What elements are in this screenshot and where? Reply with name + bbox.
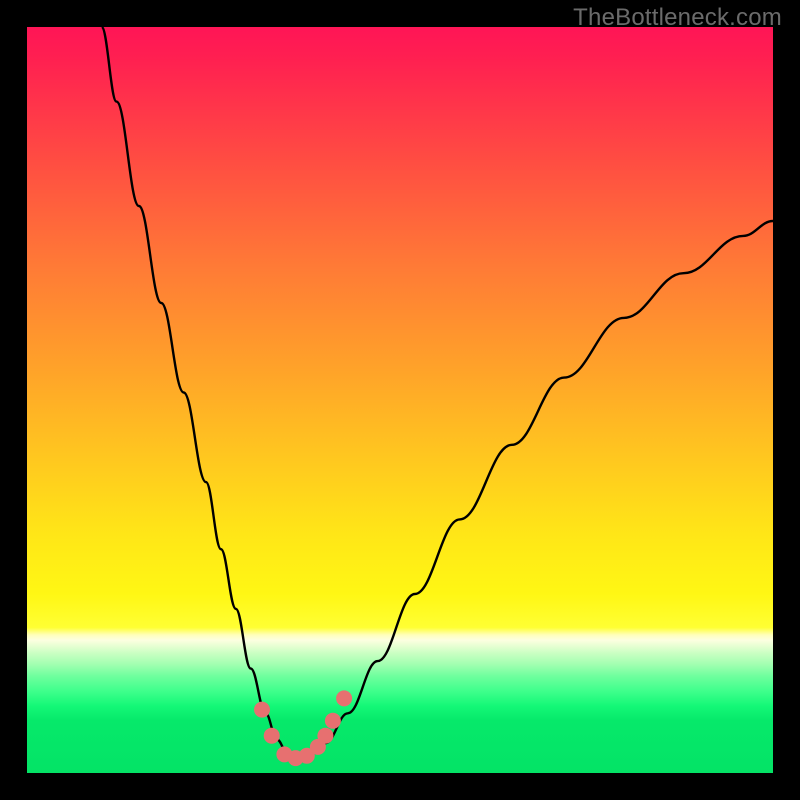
curve-marker — [336, 690, 352, 706]
watermark-text: TheBottleneck.com — [573, 4, 782, 32]
chart-frame: TheBottleneck.com — [0, 0, 800, 800]
curve-marker — [317, 728, 333, 744]
chart-svg — [27, 27, 773, 773]
bottleneck-curve — [102, 27, 773, 758]
curve-marker — [325, 713, 341, 729]
curve-marker — [264, 728, 280, 744]
curve-marker — [254, 702, 270, 718]
